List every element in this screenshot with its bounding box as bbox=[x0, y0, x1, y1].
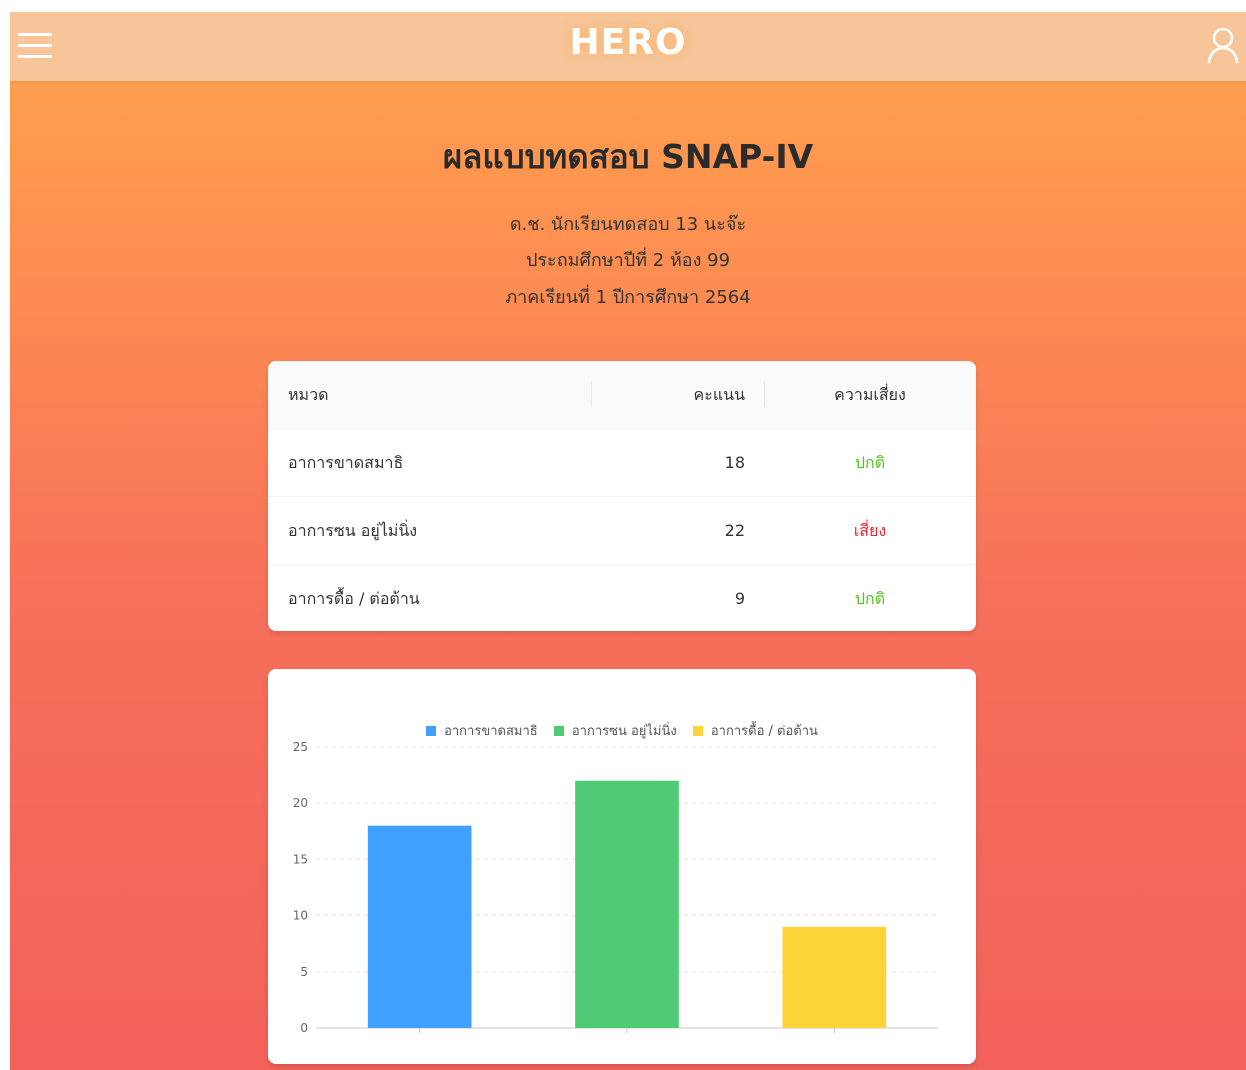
term-info: ภาคเรียนที่ 1 ปีการศึกษา 2564 bbox=[505, 287, 751, 308]
user-icon[interactable] bbox=[1206, 26, 1240, 64]
table-row: อาการดื้อ / ต่อต้าน 9 ปกติ bbox=[268, 565, 976, 631]
y-tick-label: 10 bbox=[293, 909, 308, 923]
score-chart-card: อาการขาดสมาธิ อาการซน อยู่ไม่นิ่ง อาการด… bbox=[268, 669, 976, 1064]
y-tick-label: 25 bbox=[293, 740, 308, 754]
y-tick-label: 20 bbox=[293, 796, 308, 810]
header-category: หมวด bbox=[288, 385, 329, 404]
row-category: อาการขาดสมาธิ bbox=[288, 453, 404, 472]
page-title: ผลแบบทดสอบ SNAP-IV bbox=[442, 137, 814, 176]
row-score: 18 bbox=[724, 453, 745, 472]
row-category: อาการซน อยู่ไม่นิ่ง bbox=[288, 521, 418, 540]
header-score: คะแนน bbox=[693, 385, 745, 404]
row-risk: ปกติ bbox=[854, 453, 886, 472]
bar-chart: 0 5 10 15 20 25 bbox=[293, 740, 938, 1035]
table-header: หมวด คะแนน ความเสี่ยง bbox=[268, 361, 976, 429]
row-score: 9 bbox=[734, 589, 745, 608]
y-tick-label: 0 bbox=[300, 1021, 308, 1035]
results-table: หมวด คะแนน ความเสี่ยง อาการขาดสมาธิ 18 ป… bbox=[268, 361, 976, 631]
y-tick-label: 5 bbox=[300, 965, 308, 979]
app-frame: HERO ผลแบบทดสอบ SNAP-IV ด.ช. นักเรียนทดส… bbox=[10, 12, 1246, 1070]
table-row: อาการซน อยู่ไม่นิ่ง 22 เสี่ยง bbox=[268, 497, 976, 565]
table-row: อาการขาดสมาธิ 18 ปกติ bbox=[268, 429, 976, 497]
top-navbar: HERO bbox=[10, 12, 1246, 81]
row-risk: เสี่ยง bbox=[853, 521, 887, 540]
student-name: ด.ช. นักเรียนทดสอบ 13 นะจ๊ะ bbox=[509, 214, 747, 235]
bar bbox=[782, 926, 887, 1028]
row-category: อาการดื้อ / ต่อต้าน bbox=[288, 589, 420, 608]
bar bbox=[367, 825, 472, 1028]
y-tick-label: 15 bbox=[293, 852, 308, 866]
brand-logo[interactable]: HERO bbox=[10, 22, 1246, 63]
class-info: ประถมศึกษาปีที่ 2 ห้อง 99 bbox=[525, 250, 731, 271]
row-score: 22 bbox=[724, 521, 745, 540]
row-risk: ปกติ bbox=[854, 589, 886, 608]
header-risk: ความเสี่ยง bbox=[834, 385, 906, 404]
bar bbox=[575, 780, 679, 1028]
